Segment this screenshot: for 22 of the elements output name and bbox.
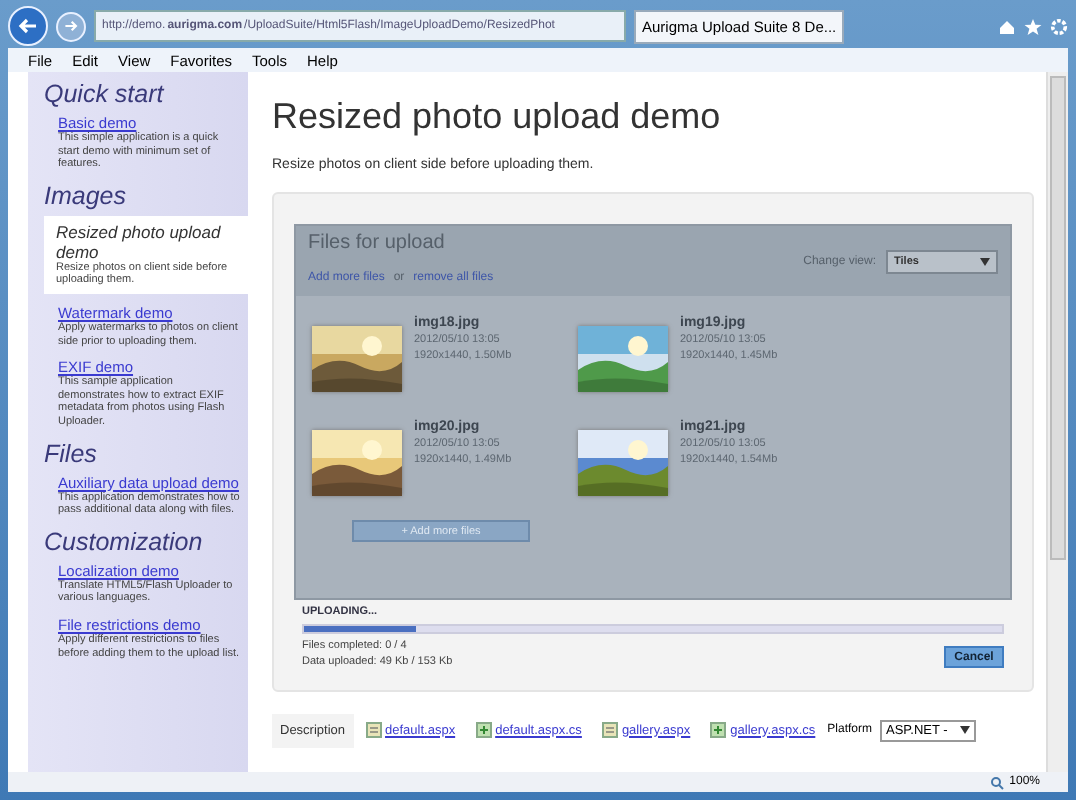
uploader-title: Files for upload [308, 232, 447, 254]
page-file-icon [365, 722, 382, 738]
back-arrow-icon [18, 18, 38, 34]
code-file-icon [710, 722, 727, 738]
section-heading: Customization [44, 527, 205, 556]
zoom-icon [989, 775, 1004, 789]
caret-icon [960, 726, 970, 734]
forward-button[interactable] [56, 11, 86, 41]
section-heading: Files [44, 439, 99, 468]
page-file-icon [601, 722, 618, 738]
back-button[interactable] [8, 6, 48, 46]
forward-arrow-icon [64, 20, 78, 32]
code-file-icon [475, 722, 492, 738]
demo-title: Resized photo upload demo [56, 221, 223, 262]
section-heading: Images [44, 181, 128, 210]
scrollbar[interactable] [1046, 72, 1068, 772]
caret-icon [980, 257, 990, 265]
star-icon[interactable] [1024, 17, 1042, 35]
home-icon[interactable] [998, 17, 1016, 35]
section-heading: Quick start [44, 80, 167, 108]
page-title: Resized photo upload demo [272, 96, 723, 138]
settings-icon[interactable] [1050, 17, 1068, 35]
